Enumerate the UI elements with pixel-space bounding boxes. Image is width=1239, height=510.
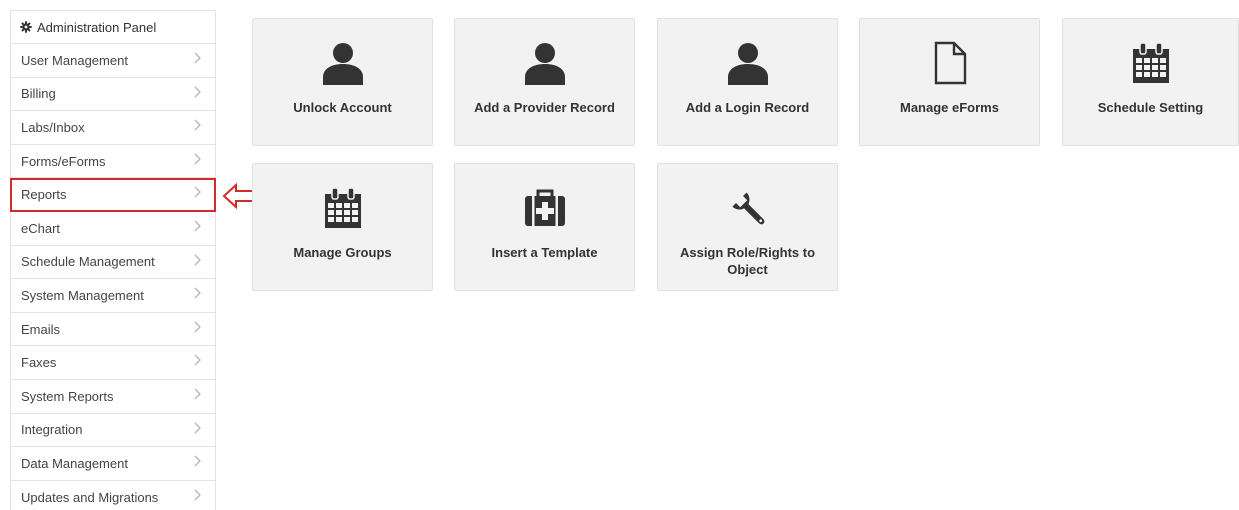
chevron-right-icon — [194, 86, 201, 98]
tile-insert-template[interactable]: Insert a Template — [454, 163, 635, 291]
tile-label: Schedule Setting — [1097, 100, 1204, 115]
sidebar-item-label: eChart — [21, 220, 61, 236]
sidebar-item-emails[interactable]: Emails — [10, 312, 216, 347]
file-icon — [934, 41, 966, 85]
sidebar-item-label: Forms/eForms — [21, 153, 106, 169]
tile-manage-groups[interactable]: Manage Groups — [252, 163, 433, 291]
user-icon — [727, 43, 768, 85]
sidebar-item-forms-eforms[interactable]: Forms/eForms — [10, 144, 216, 179]
sidebar-item-faxes[interactable]: Faxes — [10, 346, 216, 380]
sidebar-item-label: Data Management — [21, 455, 128, 471]
tile-label: Manage Groups — [293, 245, 392, 260]
medkit-icon — [524, 189, 565, 226]
tile-schedule-setting[interactable]: Schedule Setting — [1062, 18, 1239, 146]
tile-label: Unlock Account — [293, 100, 392, 115]
sidebar-item-label: Faxes — [21, 355, 57, 371]
calendar-icon — [324, 187, 361, 228]
sidebar-item-label: Updates and Migrations — [21, 489, 159, 505]
tile-label: Insert a Template — [491, 245, 598, 260]
tile-label: Add a Login Record — [685, 100, 810, 115]
sidebar-item-labs-inbox[interactable]: Labs/Inbox — [10, 111, 216, 145]
wrench-icon — [731, 192, 764, 225]
chevron-right-icon — [194, 287, 201, 299]
admin-sidebar: Administration Panel User Management Bil… — [10, 10, 216, 510]
sidebar-item-label: Schedule Management — [21, 254, 155, 270]
tile-label: Assign Role/Rights to Object — [679, 245, 816, 277]
sidebar-header-label: Administration Panel — [37, 19, 157, 35]
tile-assign-role-rights[interactable]: Assign Role/Rights to Object — [657, 163, 838, 291]
sidebar-item-system-management[interactable]: System Management — [10, 279, 216, 313]
chevron-right-icon — [194, 354, 201, 366]
tile-manage-eforms[interactable]: Manage eForms — [859, 18, 1040, 146]
chevron-right-icon — [194, 119, 201, 131]
sidebar-item-data-management[interactable]: Data Management — [10, 447, 216, 481]
tile-unlock-account[interactable]: Unlock Account — [252, 18, 433, 146]
sidebar-item-echart[interactable]: eChart — [10, 211, 216, 246]
user-icon — [524, 43, 565, 85]
sidebar-item-label: Labs/Inbox — [21, 119, 85, 135]
sidebar-item-updates-and-migrations[interactable]: Updates and Migrations — [10, 480, 216, 510]
sidebar-item-system-reports[interactable]: System Reports — [10, 379, 216, 414]
sidebar-item-label: Reports — [21, 187, 67, 203]
sidebar-item-label: Billing — [21, 86, 56, 102]
sidebar-item-label: Integration — [21, 422, 83, 438]
tile-label: Manage eForms — [900, 100, 999, 115]
sidebar-item-integration[interactable]: Integration — [10, 413, 216, 448]
tile-add-provider-record[interactable]: Add a Provider Record — [454, 18, 635, 146]
user-icon — [322, 43, 363, 85]
tile-add-login-record[interactable]: Add a Login Record — [657, 18, 838, 146]
sidebar-header: Administration Panel — [10, 10, 216, 44]
sidebar-item-billing[interactable]: Billing — [10, 77, 216, 112]
calendar-icon — [1132, 42, 1169, 83]
tile-label: Add a Provider Record — [474, 100, 615, 115]
sidebar-item-label: User Management — [21, 52, 128, 68]
chevron-right-icon — [194, 153, 201, 165]
chevron-right-icon — [194, 455, 201, 467]
chevron-right-icon — [194, 489, 201, 501]
sidebar-item-reports[interactable]: Reports — [10, 178, 216, 212]
chevron-right-icon — [194, 220, 201, 232]
sidebar-item-schedule-management[interactable]: Schedule Management — [10, 245, 216, 280]
gear-icon — [20, 21, 32, 33]
chevron-right-icon — [194, 388, 201, 400]
sidebar-item-label: System Management — [21, 287, 144, 303]
sidebar-item-user-management[interactable]: User Management — [10, 44, 216, 78]
chevron-right-icon — [194, 186, 201, 198]
sidebar-item-label: System Reports — [21, 388, 114, 404]
chevron-right-icon — [194, 422, 201, 433]
sidebar-item-label: Emails — [21, 321, 61, 337]
chevron-right-icon — [194, 321, 201, 333]
arrow-left-icon — [222, 183, 255, 209]
chevron-right-icon — [194, 254, 201, 266]
chevron-right-icon — [194, 52, 201, 64]
